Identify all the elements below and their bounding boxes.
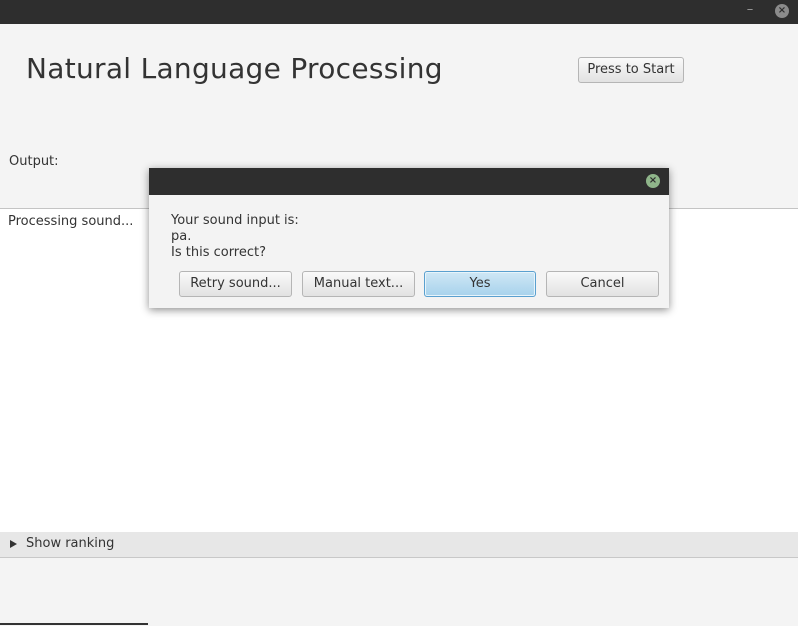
dialog-message: Your sound input is: pa. Is this correct… (171, 213, 299, 261)
output-text: Processing sound... (8, 214, 134, 229)
dialog-message-line: Your sound input is: (171, 213, 299, 228)
show-ranking-toggle[interactable]: Show ranking (0, 532, 798, 558)
window-titlebar: – × (0, 0, 798, 24)
cancel-button[interactable]: Cancel (546, 271, 659, 297)
dialog-titlebar: × (149, 168, 669, 195)
show-ranking-label: Show ranking (26, 536, 115, 551)
start-button[interactable]: Press to Start (578, 57, 684, 83)
recognized-sound-text: pa. (171, 229, 192, 244)
app-title: Natural Language Processing (26, 52, 443, 85)
retry-sound-button[interactable]: Retry sound... (179, 271, 292, 297)
bottom-divider (0, 623, 148, 625)
expand-arrow-icon (10, 540, 17, 548)
dialog-close-icon[interactable]: × (646, 174, 660, 188)
dialog-question: Is this correct? (171, 245, 267, 260)
output-label: Output: (9, 154, 59, 169)
minimize-icon[interactable]: – (744, 3, 756, 17)
confirm-dialog: × Your sound input is: pa. Is this corre… (149, 168, 669, 308)
yes-button[interactable]: Yes (424, 271, 536, 297)
close-icon[interactable]: × (775, 4, 789, 18)
manual-text-button[interactable]: Manual text... (302, 271, 415, 297)
